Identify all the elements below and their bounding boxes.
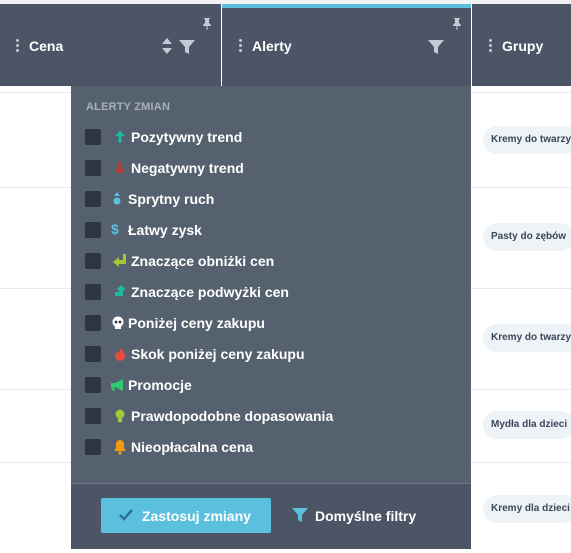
option-label: Prawdopodobne dopasowania [131,408,334,424]
checkbox[interactable] [85,284,101,300]
checkbox[interactable] [85,253,101,269]
dollar-icon: $ [111,221,119,237]
up-down-icon [109,191,125,207]
group-badge[interactable]: Pasty do zębów [483,223,571,251]
column-title: Alerty [252,38,292,54]
column-title: Cena [29,38,64,54]
option-label: Znaczące podwyżki cen [131,284,289,300]
option-label: Sprytny ruch [128,191,215,207]
filter-option-prawdopodobne-dopasowania[interactable]: Prawdopodobne dopasowania [85,406,455,426]
apply-changes-label: Zastosuj zmiany [142,508,251,524]
arrow-down-icon [112,160,128,176]
group-badge[interactable]: Kremy do twarzy [483,324,571,352]
filter-option-latwy-zysk[interactable]: $ Łatwy zysk [85,220,455,240]
column-title: Grupy [502,38,544,54]
group-badge[interactable]: Kremy do twarzy [483,126,571,154]
drag-handle-icon[interactable] [489,39,492,53]
checkbox[interactable] [85,315,101,331]
filter-option-ponizej-ceny-zakupu[interactable]: Poniżej ceny zakupu [85,313,455,333]
checkbox[interactable] [85,222,101,238]
option-label: Skok poniżej ceny zakupu [131,346,305,362]
sort-icon[interactable] [161,37,173,55]
checkbox[interactable] [85,160,101,176]
filter-icon [292,507,308,526]
filter-option-skok-ponizej-ceny-zakupu[interactable]: Skok poniżej ceny zakupu [85,344,455,364]
arrow-up-icon [112,129,128,145]
drag-handle-icon[interactable] [239,39,242,53]
skull-icon [110,315,126,331]
checkbox[interactable] [85,377,101,393]
option-label: Promocje [128,377,192,393]
checkbox[interactable] [85,439,101,455]
option-label: Pozytywny trend [131,129,243,145]
turn-up-arrow-icon [112,284,128,300]
checkbox[interactable] [85,408,101,424]
checkmark-icon [119,508,133,524]
panel-heading: ALERTY ZMIAN [86,101,171,113]
column-header-grupy[interactable]: Grupy [472,4,571,86]
checkbox[interactable] [85,129,101,145]
fire-icon [112,346,128,362]
filter-option-nieoplacalna-cena[interactable]: Nieopłacalna cena [85,437,455,457]
active-column-indicator [222,4,471,8]
panel-footer: Zastosuj zmiany Domyślne filtry [71,483,471,549]
group-badge[interactable]: Mydła dla dzieci [483,411,571,439]
megaphone-icon [110,377,126,393]
filter-option-promocje[interactable]: Promocje [85,375,455,395]
group-badge[interactable]: Kremy dla dzieci [483,495,571,523]
filter-icon[interactable] [428,39,444,55]
option-label: Łatwy zysk [128,222,202,238]
column-header-alerty[interactable]: Alerty [222,4,471,86]
filter-option-negatywny-trend[interactable]: Negatywny trend [85,158,455,178]
option-label: Poniżej ceny zakupu [128,315,265,331]
apply-changes-button[interactable]: Zastosuj zmiany [101,498,271,533]
checkbox[interactable] [85,191,101,207]
option-label: Nieopłacalna cena [131,439,254,455]
lightbulb-icon [112,408,128,424]
option-label: Negatywny trend [131,160,244,176]
option-label: Znaczące obniżki cen [131,253,275,269]
checkbox[interactable] [85,346,101,362]
filter-option-pozytywny-trend[interactable]: Pozytywny trend [85,127,455,147]
filter-icon[interactable] [179,39,195,55]
drag-handle-icon[interactable] [16,39,19,53]
bell-icon [112,439,128,455]
pin-icon[interactable] [452,18,462,30]
filter-option-sprytny-ruch[interactable]: Sprytny ruch [85,189,455,209]
filter-option-znaczace-obnizki-cen[interactable]: Znaczące obniżki cen [85,251,455,271]
filter-option-znaczace-podwyzki-cen[interactable]: Znaczące podwyżki cen [85,282,455,302]
turn-down-arrow-icon [112,253,128,269]
column-header-cena[interactable]: Cena [0,4,221,86]
alerts-filter-panel: ALERTY ZMIAN Pozytywny trend Negatywny t… [71,86,471,549]
pin-icon[interactable] [202,18,212,30]
default-filters-label: Domyślne filtry [315,508,417,524]
